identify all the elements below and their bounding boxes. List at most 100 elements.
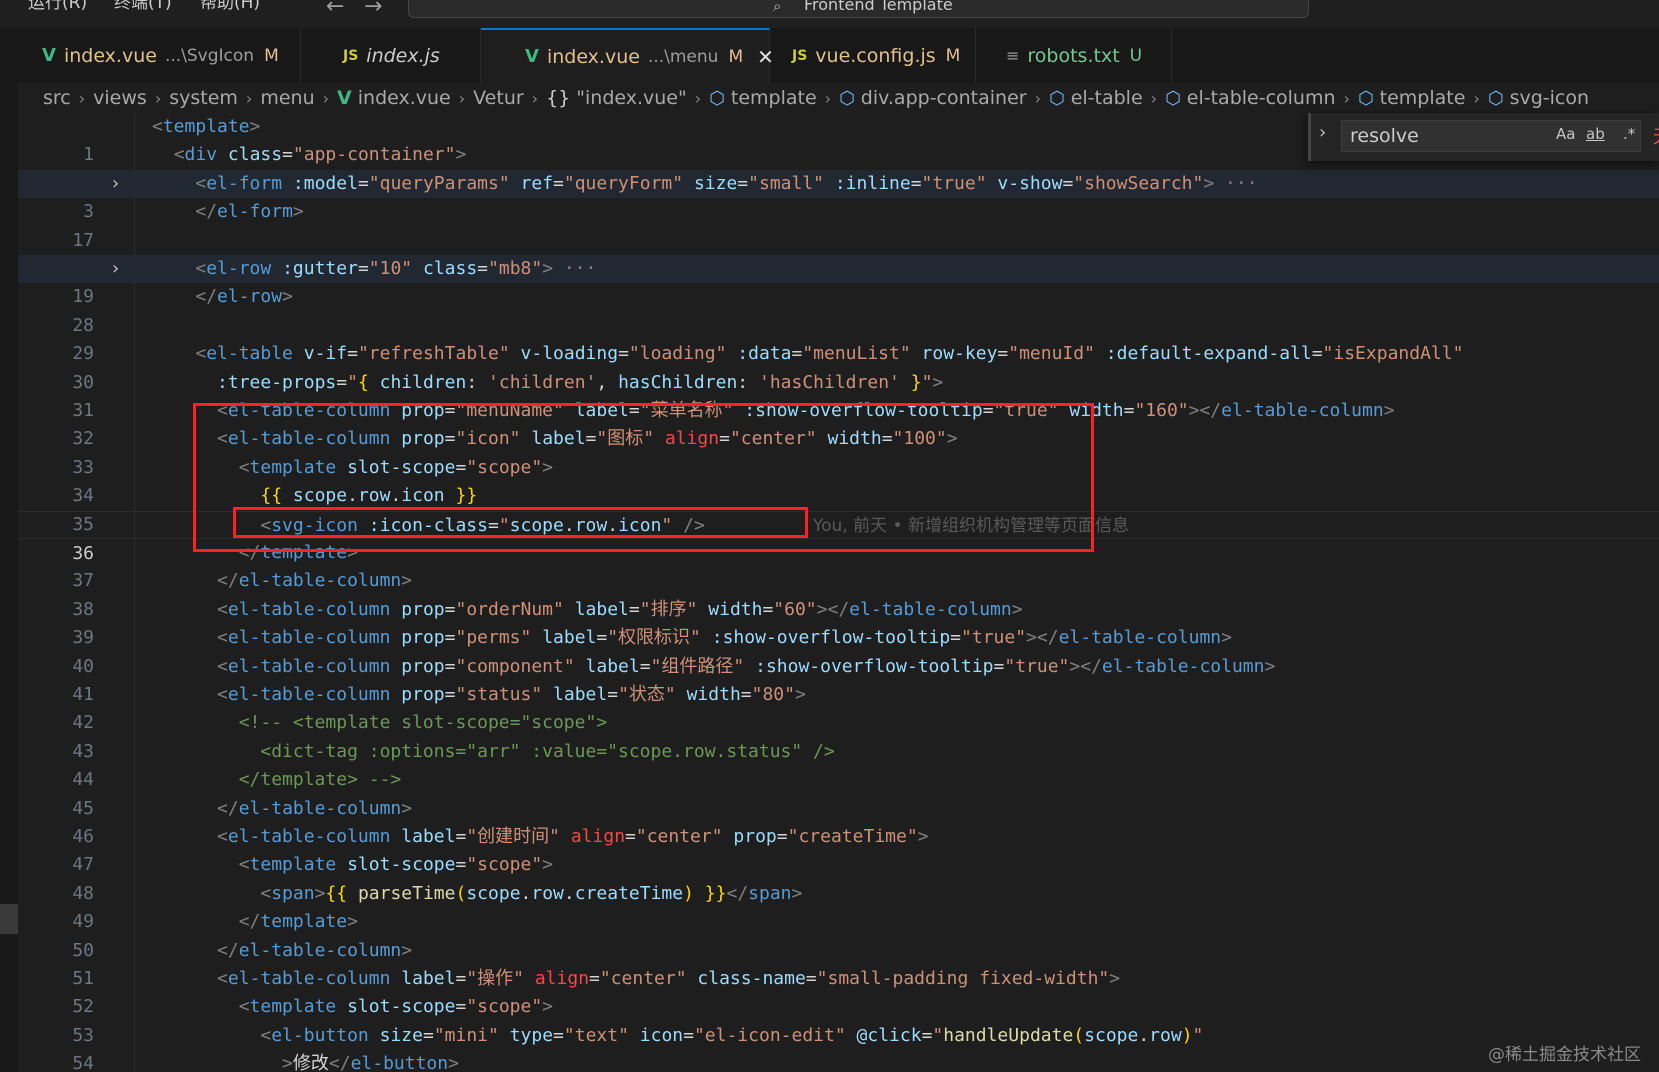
code-line[interactable]: 41 <el-table-column prop="component" lab… <box>18 653 1659 705</box>
breadcrumb-item[interactable]: ⬡ svg-icon <box>1488 87 1589 109</box>
code-line[interactable]: 38 </el-table-column> <box>18 567 1659 619</box>
line-content: <el-table v-if="refreshTable" v-loading=… <box>195 343 1464 365</box>
cube-icon: ⬡ <box>839 87 855 109</box>
code-line[interactable]: 28 </el-row> <box>18 283 1659 335</box>
tab-description: ...\SvgIcon <box>164 45 255 66</box>
cube-icon: ⬡ <box>1357 87 1374 109</box>
breadcrumb-item[interactable]: ⬡ div.app-container <box>839 87 1027 109</box>
tab-label: robots.txt <box>1027 44 1120 67</box>
chevron-right-icon: › <box>1473 88 1480 108</box>
code-line[interactable]: 3 › <el-form :model="queryParams" ref="q… <box>18 169 1659 222</box>
line-content: <el-table-column prop="perms" label="权限标… <box>217 627 1232 649</box>
git-blame-annotation: You, 前天 • 新增组织机构管理等页面信息 <box>813 515 1129 536</box>
line-content: <template> <box>152 116 261 137</box>
chevron-right-icon: › <box>694 88 702 108</box>
code-line-current[interactable]: 36 <svg-icon :icon-class="scope.row.icon… <box>18 510 1659 564</box>
breadcrumb-label: template <box>1379 87 1466 109</box>
chevron-right-icon[interactable]: › <box>110 170 121 198</box>
text-file-icon: ≡ <box>1006 46 1020 65</box>
code-line[interactable]: 53 <template slot-scope="scope"> <box>18 993 1659 1045</box>
code-line[interactable]: 52 <el-table-column label="操作" align="ce… <box>18 965 1659 1017</box>
breadcrumb-item[interactable]: src <box>43 87 71 109</box>
find-widget: › resolve Aa ab .* 无 <box>1308 113 1659 161</box>
tab-index-js[interactable]: JS index.js <box>301 28 481 83</box>
tab-index-vue-svgicon[interactable]: V index.vue ...\SvgIcon M <box>18 28 301 83</box>
breadcrumb-item[interactable]: ⬡ el-table <box>1049 87 1143 109</box>
whole-word-toggle[interactable]: ab <box>1586 125 1605 143</box>
cube-icon: ⬡ <box>1048 87 1065 109</box>
code-line[interactable]: 39 <el-table-column prop="orderNum" labe… <box>18 596 1659 648</box>
code-line[interactable]: 44 <dict-tag :options="arr" :value="scop… <box>18 738 1659 790</box>
code-line[interactable]: 43 <!-- <template slot-scope="scope"> <box>18 709 1659 761</box>
menu-item-terminal[interactable]: 终端(T) <box>114 0 172 12</box>
code-line[interactable]: 34 <template slot-scope="scope"> <box>18 454 1659 506</box>
breadcrumb-item[interactable]: ⬡ template <box>1358 87 1466 109</box>
match-case-toggle[interactable]: Aa <box>1556 125 1575 143</box>
line-content: <el-button size="mini" type="text" icon=… <box>260 1024 1204 1046</box>
code-line[interactable]: 37 </template> <box>18 539 1659 591</box>
line-content: </template> <box>238 911 358 933</box>
line-content: <template slot-scope="scope"> <box>238 456 554 478</box>
code-line[interactable]: 50 </template> <box>18 908 1659 960</box>
line-content: <template slot-scope="scope"> <box>238 996 554 1018</box>
line-content: <svg-icon :icon-class="scope.row.icon" /… <box>260 514 705 536</box>
line-content: <!-- <template slot-scope="scope"> <box>238 712 608 734</box>
line-content: >修改</el-button> <box>282 1053 459 1072</box>
breadcrumb-label: el-table <box>1070 87 1143 109</box>
no-results-label: 无 <box>1653 123 1659 149</box>
breadcrumb-item[interactable]: views <box>93 87 147 109</box>
menu-item-run[interactable]: 运行(R) <box>28 0 87 12</box>
chevron-right-icon: › <box>1034 88 1041 108</box>
tab-vue-config-js[interactable]: JS vue.config.js M <box>770 28 976 83</box>
command-center[interactable]: ⌕ Frontend Template <box>408 0 1309 18</box>
code-line[interactable]: 42 <el-table-column prop="status" label=… <box>18 681 1659 733</box>
code-line[interactable]: 31 :tree-props="{ children: 'children', … <box>18 369 1659 421</box>
code-line[interactable]: 33 <el-table-column prop="icon" label="图… <box>18 425 1659 477</box>
regex-toggle[interactable]: .* <box>1623 125 1635 143</box>
breadcrumb-item[interactable]: menu <box>260 87 314 109</box>
code-line[interactable]: 49 <span>{{ parseTime(scope.row.createTi… <box>18 880 1659 932</box>
code-line[interactable]: 46 </el-table-column> <box>18 795 1659 847</box>
code-line[interactable]: 35 {{ scope.row.icon }} <box>18 482 1659 534</box>
code-line[interactable]: 32 <el-table-column prop="menuName" labe… <box>18 397 1659 449</box>
chevron-right-icon: › <box>78 88 86 108</box>
code-line[interactable]: 40 <el-table-column prop="perms" label="… <box>18 624 1659 676</box>
code-line[interactable]: 18 <box>18 227 1659 279</box>
line-content: </el-table-column> <box>217 939 413 961</box>
code-line[interactable]: 30 <el-table v-if="refreshTable" v-loadi… <box>18 340 1659 392</box>
tab-robots-txt[interactable]: ≡ robots.txt U <box>976 28 1172 83</box>
back-arrow-icon[interactable]: ← <box>326 0 344 19</box>
line-content: <el-table-column label="操作" align="cente… <box>217 968 1121 989</box>
code-line[interactable]: 45 </template> --> <box>18 766 1659 818</box>
search-icon: ⌕ <box>773 0 782 15</box>
chevron-right-icon[interactable]: › <box>1319 122 1326 143</box>
editor-tab-bar: V index.vue ...\SvgIcon M JS index.js V … <box>18 28 1659 84</box>
breadcrumb-item[interactable]: ⬡ el-table-column <box>1165 87 1335 109</box>
cube-icon: ⬡ <box>1487 87 1504 109</box>
line-content: :tree-props="{ children: 'children', has… <box>217 371 944 393</box>
activity-indicator <box>0 904 18 934</box>
code-line[interactable]: 19 › <el-row :gutter="10" class="mb8"> ·… <box>18 255 1659 307</box>
code-line[interactable]: 29 <box>18 312 1659 364</box>
line-content: <template slot-scope="scope"> <box>238 854 554 876</box>
breadcrumb-item[interactable]: ⬡ template <box>709 87 817 109</box>
line-content: </template> <box>238 542 358 563</box>
forward-arrow-icon[interactable]: → <box>364 0 382 19</box>
code-line[interactable]: 17 </el-form> <box>18 198 1659 250</box>
breadcrumb-item[interactable]: Vetur <box>473 87 524 109</box>
line-content: <el-row :gutter="10" class="mb8"> ··· <box>195 258 597 279</box>
vue-icon: V <box>525 46 539 67</box>
tab-index-vue-menu[interactable]: V index.vue ...\menu M ✕ <box>481 28 774 83</box>
code-line[interactable]: 47 <el-table-column label="创建时间" align="… <box>18 823 1659 875</box>
tab-description: ...\menu <box>647 46 719 67</box>
breadcrumb-item[interactable]: Vindex.vue <box>337 87 451 109</box>
code-line[interactable]: 48 <template slot-scope="scope"> <box>18 851 1659 903</box>
code-line[interactable]: 54 <el-button size="mini" type="text" ic… <box>18 1022 1659 1072</box>
menu-item-help[interactable]: 帮助(H) <box>200 0 260 12</box>
breadcrumb-item[interactable]: system <box>169 87 238 109</box>
code-line[interactable]: 55 >修改</el-button> <box>18 1050 1659 1072</box>
code-editor[interactable]: 1 <template> 2 <div class="app-container… <box>18 113 1659 1072</box>
chevron-right-icon[interactable]: › <box>110 255 121 283</box>
code-line[interactable]: 51 </el-table-column> <box>18 937 1659 989</box>
breadcrumb-item[interactable]: {} "index.vue" <box>546 87 687 109</box>
